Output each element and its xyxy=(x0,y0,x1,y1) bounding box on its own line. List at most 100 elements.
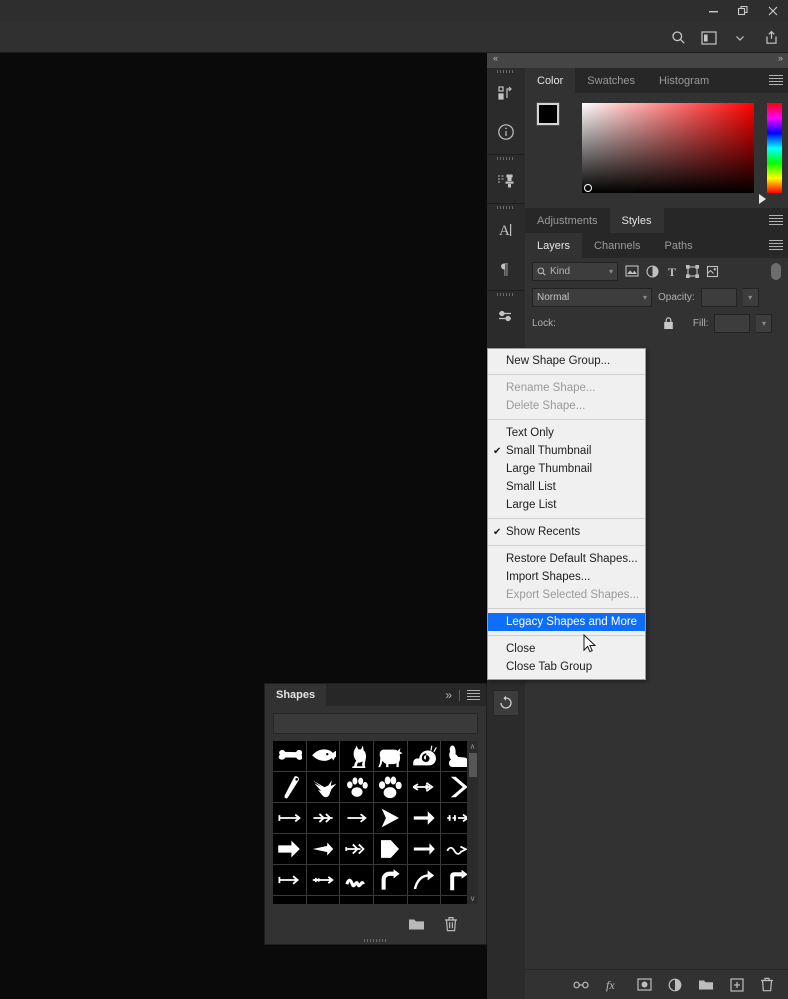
shape-thumbnail-arrow-triangle-right[interactable] xyxy=(373,803,407,833)
new-layer-icon[interactable] xyxy=(730,977,744,992)
shape-thumbnail-arrow-small-barb[interactable] xyxy=(306,865,340,895)
scroll-up-arrow-icon[interactable]: ∧ xyxy=(470,741,476,752)
collapse-panels-icon[interactable]: « xyxy=(493,53,498,63)
opacity-stepper-chevron[interactable]: ▾ xyxy=(742,287,759,307)
history-toggle-icon[interactable] xyxy=(493,690,519,716)
shape-thumbnail-parrot[interactable] xyxy=(273,772,306,802)
shape-thumbnail-arrow-line-double[interactable] xyxy=(273,865,306,895)
shape-thumbnail-arrow-elbow-right[interactable] xyxy=(441,865,469,895)
shape-thumbnail-arrow-pentagon-right[interactable] xyxy=(373,834,407,864)
menu-item-legacy-shapes-and-more[interactable]: Legacy Shapes and More xyxy=(488,613,645,631)
filter-enable-toggle[interactable] xyxy=(771,262,781,280)
new-shape-group-icon[interactable] xyxy=(408,917,425,931)
menu-item-text-only[interactable]: Text Only xyxy=(488,424,645,442)
shape-thumbnail-paw-print[interactable] xyxy=(373,772,407,802)
workspace-switcher-icon[interactable] xyxy=(698,27,720,49)
opacity-input[interactable] xyxy=(700,287,737,307)
shape-thumbnail-arrow-solid-right[interactable] xyxy=(407,803,441,833)
rail-grip[interactable] xyxy=(487,68,525,75)
close-button[interactable] xyxy=(758,0,788,22)
menu-item-small-list[interactable]: Small List xyxy=(488,478,645,496)
rail-grip[interactable] xyxy=(487,291,525,298)
restore-button[interactable] xyxy=(728,0,758,22)
layer-filter-kind-select[interactable]: Kind ▾ xyxy=(532,261,618,281)
shape-thumbnail-chevron-right-bold[interactable] xyxy=(441,772,469,802)
fill-input[interactable] xyxy=(714,313,751,333)
foreground-background-swatches[interactable] xyxy=(536,102,571,137)
layer-style-fx-icon[interactable]: fx xyxy=(605,978,621,992)
shape-thumbnail-bird-flying[interactable] xyxy=(306,772,340,802)
tab-paths[interactable]: Paths xyxy=(652,233,705,258)
tab-histogram[interactable]: Histogram xyxy=(647,68,722,93)
scrollbar-thumb[interactable] xyxy=(468,753,477,777)
shape-thumbnail-grass-brush[interactable] xyxy=(407,896,441,904)
shape-thumbnail-arrow-double-barb[interactable] xyxy=(306,803,340,833)
rail-grip[interactable] xyxy=(487,204,525,211)
shape-thumbnail-arrow-dashed-barb[interactable] xyxy=(441,803,469,833)
shapes-panel-menu-icon[interactable] xyxy=(467,689,480,701)
shape-thumbnail-dog[interactable] xyxy=(373,741,407,771)
shape-thumbnail-snail[interactable] xyxy=(407,741,441,771)
tab-swatches[interactable]: Swatches xyxy=(575,68,647,93)
tab-shapes[interactable]: Shapes xyxy=(265,684,327,706)
filter-shape-icon[interactable] xyxy=(686,264,699,278)
dock-collapse-bar[interactable]: « » xyxy=(487,53,788,68)
shape-thumbnail-arrow-thin-right[interactable] xyxy=(340,803,373,833)
shape-thumbnail-arrow-thin-dart[interactable] xyxy=(407,772,441,802)
share-icon[interactable] xyxy=(760,27,782,49)
shape-thumbnail-cat-sitting[interactable] xyxy=(340,741,373,771)
add-layer-mask-icon[interactable] xyxy=(637,978,652,991)
shapes-grid[interactable] xyxy=(273,741,469,904)
shape-thumbnail-rabbit[interactable] xyxy=(441,741,469,771)
color-picker-field[interactable] xyxy=(582,103,754,193)
menu-item-small-thumbnail[interactable]: ✔ Small Thumbnail xyxy=(488,442,645,460)
shape-thumbnail-arrow-zigzag[interactable] xyxy=(340,865,373,895)
clone-source-panel-icon[interactable] xyxy=(487,162,525,200)
delete-layer-icon[interactable] xyxy=(760,977,774,992)
expand-chevrons-icon[interactable]: » xyxy=(445,688,452,702)
tab-styles[interactable]: Styles xyxy=(609,208,664,233)
shape-thumbnail-arrow-plain-right[interactable] xyxy=(407,834,441,864)
tab-channels[interactable]: Channels xyxy=(582,233,653,258)
delete-shape-icon[interactable] xyxy=(444,916,458,932)
blend-mode-select[interactable]: Normal ▾ xyxy=(532,287,652,307)
adjustments-panel-menu-icon[interactable] xyxy=(769,213,783,227)
info-panel-icon[interactable] xyxy=(487,113,525,151)
menu-item-restore-default-shapes[interactable]: Restore Default Shapes... xyxy=(488,550,645,568)
brush-settings-panel-icon[interactable] xyxy=(487,298,525,336)
menu-item-new-shape-group[interactable]: New Shape Group... xyxy=(488,352,645,370)
foreground-color-swatch[interactable] xyxy=(536,102,560,126)
chevron-down-icon[interactable] xyxy=(729,27,751,49)
new-adjustment-layer-icon[interactable] xyxy=(668,978,682,992)
filter-type-icon[interactable]: T xyxy=(666,265,679,278)
shapes-panel-resize-grip[interactable] xyxy=(363,939,388,942)
hue-slider[interactable] xyxy=(767,103,782,193)
character-panel-icon[interactable]: A xyxy=(487,211,525,249)
paragraph-panel-icon[interactable]: ¶ xyxy=(487,249,525,287)
shape-thumbnail-arrow-block-right[interactable] xyxy=(273,834,306,864)
shape-thumbnail-arrow-curve-right[interactable] xyxy=(407,865,441,895)
tab-adjustments[interactable]: Adjustments xyxy=(525,208,610,233)
shape-thumbnail-paw-print-small[interactable] xyxy=(340,772,373,802)
tab-layers[interactable]: Layers xyxy=(525,233,583,258)
menu-item-close-tab-group[interactable]: Close Tab Group xyxy=(488,658,645,676)
shapes-search-input[interactable] xyxy=(273,713,478,734)
fill-stepper-chevron[interactable]: ▾ xyxy=(756,313,773,333)
expand-panels-icon[interactable]: » xyxy=(778,53,783,63)
minimize-button[interactable] xyxy=(698,0,728,22)
color-panel-menu-icon[interactable] xyxy=(769,73,783,87)
menu-item-large-list[interactable]: Large List xyxy=(488,496,645,514)
menu-item-show-recents[interactable]: ✔ Show Recents xyxy=(488,523,645,541)
filter-adjustment-icon[interactable] xyxy=(646,264,659,278)
history-panel-icon[interactable] xyxy=(487,75,525,113)
shape-thumbnail-bone[interactable] xyxy=(273,741,306,771)
shape-thumbnail-arrow-double-chevron[interactable] xyxy=(340,834,373,864)
menu-item-close[interactable]: Close xyxy=(488,640,645,658)
scroll-down-arrow-icon[interactable]: ∨ xyxy=(470,893,476,904)
shape-thumbnail-arrow-tapered-right[interactable] xyxy=(306,834,340,864)
layers-panel-menu-icon[interactable] xyxy=(769,238,783,252)
link-layers-icon[interactable] xyxy=(573,979,589,991)
shape-thumbnail-grass-clump[interactable] xyxy=(373,896,407,904)
shape-thumbnail-grass-sparse[interactable] xyxy=(340,896,373,904)
shape-thumbnail-arrow-curve-u-right[interactable] xyxy=(373,865,407,895)
